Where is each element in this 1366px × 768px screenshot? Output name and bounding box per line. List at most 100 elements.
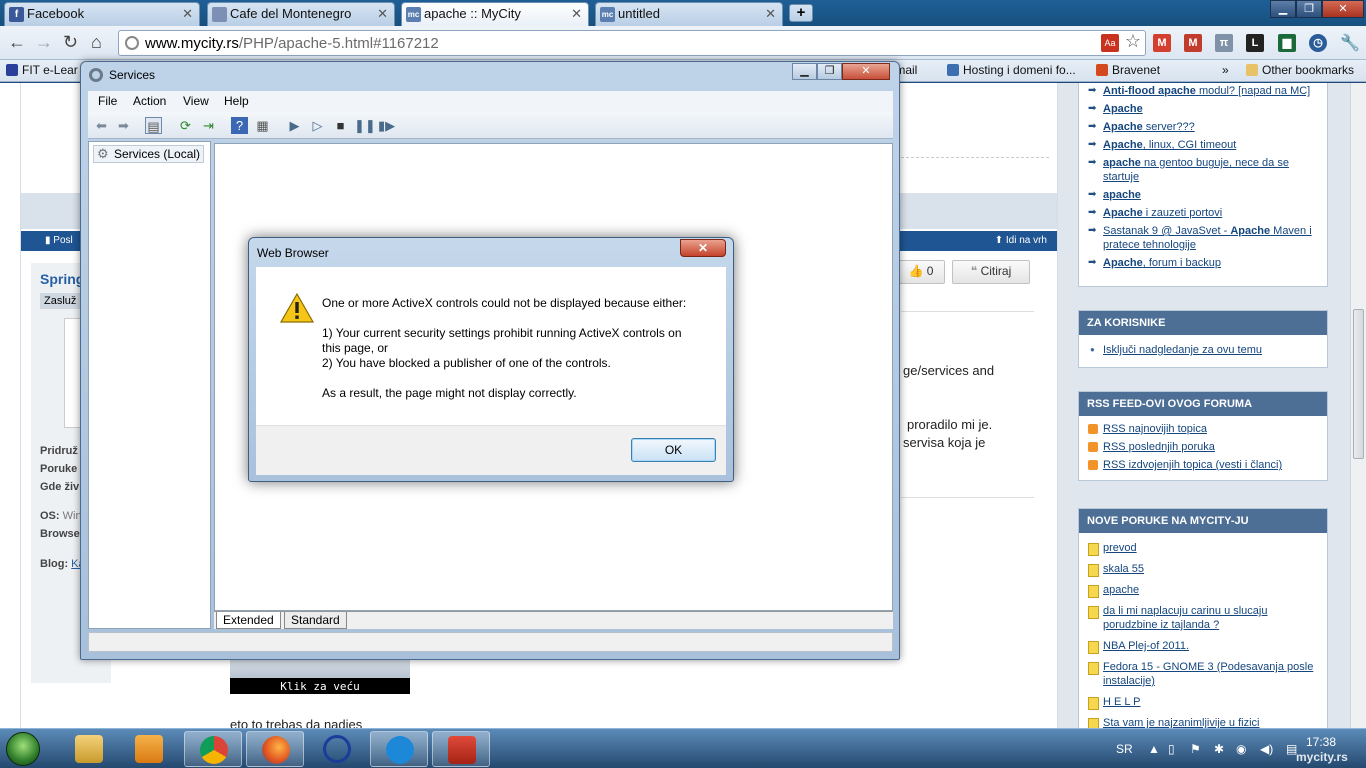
- taskbar-toolbox[interactable]: [432, 731, 490, 767]
- minimize-button[interactable]: ▁: [792, 63, 817, 80]
- bookmark-bravenet[interactable]: Bravenet: [1096, 63, 1160, 77]
- related-topic-link[interactable]: Apache i zauzeti portovi: [1088, 206, 1321, 220]
- related-topic-link[interactable]: apache: [1088, 188, 1321, 202]
- list-item[interactable]: Isključi nadgledanje za ovu temu: [1088, 343, 1321, 357]
- gmail-checker-icon[interactable]: M: [1184, 34, 1202, 52]
- wrench-icon[interactable]: 🔧: [1340, 33, 1360, 53]
- close-icon[interactable]: ✕: [765, 6, 776, 22]
- bookmarks-overflow[interactable]: »: [1222, 63, 1229, 77]
- related-topic-link[interactable]: Apache: [1088, 102, 1321, 116]
- new-tab-button[interactable]: +: [789, 4, 813, 22]
- bluetooth-icon[interactable]: ✱: [1214, 742, 1224, 756]
- close-button[interactable]: ✕: [680, 239, 726, 257]
- action-center-icon[interactable]: ⚑: [1190, 742, 1201, 756]
- user-name[interactable]: Spring: [40, 271, 84, 287]
- clock-icon[interactable]: ◷: [1309, 34, 1327, 52]
- new-post-link[interactable]: apache: [1088, 583, 1321, 598]
- related-topic-link[interactable]: Apache, linux, CGI timeout: [1088, 138, 1321, 152]
- close-window-button[interactable]: ✕: [1322, 0, 1364, 18]
- tab-cafe[interactable]: Cafe del Montenegro ✕: [207, 2, 395, 26]
- language-indicator[interactable]: SR: [1116, 742, 1133, 756]
- related-topic-link[interactable]: Apache server???: [1088, 120, 1321, 134]
- taskbar-explorer[interactable]: [60, 731, 118, 767]
- reload-icon[interactable]: ↻: [63, 32, 78, 53]
- home-icon[interactable]: ⌂: [91, 32, 102, 53]
- rss-link[interactable]: RSS izdvojenjih topica (vesti i članci): [1088, 458, 1321, 472]
- close-icon[interactable]: ✕: [571, 6, 582, 22]
- stop-icon[interactable]: ■: [332, 117, 349, 134]
- forward-icon[interactable]: ➡: [115, 117, 132, 134]
- bookmark-hosting[interactable]: Hosting i domeni fo...: [947, 63, 1076, 77]
- chart-extension-icon[interactable]: ▆: [1278, 34, 1296, 52]
- refresh-icon[interactable]: ⟳: [177, 117, 194, 134]
- rss-link[interactable]: RSS poslednjih poruka: [1088, 440, 1321, 454]
- scrollbar-thumb[interactable]: [1353, 309, 1364, 459]
- like-button[interactable]: 👍 0: [897, 260, 945, 284]
- new-post-link[interactable]: NBA Plej-of 2011.: [1088, 639, 1321, 654]
- taskbar-telenor[interactable]: [370, 731, 428, 767]
- start-icon[interactable]: ▶: [286, 117, 303, 134]
- phone-icon[interactable]: ▯: [1168, 742, 1175, 756]
- new-post-link[interactable]: prevod: [1088, 541, 1321, 556]
- back-icon[interactable]: ←: [8, 32, 26, 53]
- new-post-link[interactable]: H E L P: [1088, 695, 1321, 710]
- properties-icon[interactable]: ▦: [254, 117, 271, 134]
- start-button[interactable]: [6, 732, 40, 766]
- tab-extended[interactable]: Extended: [216, 612, 281, 629]
- new-post-link[interactable]: Sta vam je najzanimljivije u fizici: [1088, 716, 1321, 728]
- app-tray-icon[interactable]: ◉: [1236, 742, 1246, 756]
- help-icon[interactable]: ?: [231, 117, 248, 134]
- close-icon[interactable]: ✕: [182, 6, 193, 22]
- forward-icon[interactable]: →: [35, 32, 53, 53]
- new-post-link[interactable]: skala 55: [1088, 562, 1321, 577]
- taskbar-chrome[interactable]: [184, 731, 242, 767]
- za-korisnike-box: ZA KORISNIKE Isključi nadgledanje za ovu…: [1078, 310, 1328, 368]
- tab-facebook[interactable]: f Facebook ✕: [4, 2, 200, 26]
- back-icon[interactable]: ⬅: [93, 117, 110, 134]
- start-alt-icon[interactable]: ▷: [309, 117, 326, 134]
- menu-action[interactable]: Action: [133, 94, 166, 108]
- tab-untitled[interactable]: mc untitled ✕: [595, 2, 783, 26]
- show-hide-tree-icon[interactable]: ▤: [145, 117, 162, 134]
- bookmark-fit[interactable]: FIT e-Lear: [6, 63, 78, 77]
- gmail-icon[interactable]: M: [1153, 34, 1171, 52]
- related-topic-link[interactable]: apache na gentoo buguje, nece da se star…: [1088, 156, 1321, 184]
- address-bar[interactable]: www.mycity.rs/PHP/apache-5.html#1167212 …: [118, 30, 1146, 56]
- related-topic-link[interactable]: Sastanak 9 @ JavaSvet - Apache Maven i p…: [1088, 224, 1321, 252]
- tab-standard[interactable]: Standard: [284, 612, 347, 629]
- show-hidden-icons[interactable]: ▲: [1148, 742, 1160, 756]
- taskbar-firefox[interactable]: [246, 731, 304, 767]
- rss-link[interactable]: RSS najnovijih topica: [1088, 422, 1321, 436]
- related-topic-link[interactable]: Apache, forum i backup: [1088, 256, 1321, 270]
- restart-icon[interactable]: ▮▶: [378, 117, 395, 134]
- ok-button[interactable]: OK: [631, 438, 716, 462]
- other-bookmarks[interactable]: Other bookmarks: [1246, 63, 1354, 77]
- clock[interactable]: 17:38: [1306, 735, 1336, 749]
- pause-icon[interactable]: ❚❚: [354, 117, 376, 134]
- related-topic-link[interactable]: Anti-flood apache modul? [napad na MC]: [1088, 84, 1321, 98]
- translate-icon[interactable]: Aa: [1101, 34, 1119, 52]
- pi-icon[interactable]: π: [1215, 34, 1233, 52]
- quote-button[interactable]: ❝ Citiraj: [952, 260, 1030, 284]
- taskbar-opera[interactable]: [308, 731, 366, 767]
- screenshot-thumbnail[interactable]: Klik za veću: [230, 658, 410, 694]
- menu-help[interactable]: Help: [224, 94, 249, 108]
- close-icon[interactable]: ✕: [377, 6, 388, 22]
- menu-file[interactable]: File: [98, 94, 117, 108]
- tab-apache[interactable]: mc apache :: MyCity ✕: [401, 2, 589, 26]
- maximize-button[interactable]: ❐: [817, 63, 842, 80]
- close-button[interactable]: ✕: [842, 63, 890, 80]
- star-icon[interactable]: ☆: [1125, 31, 1141, 52]
- new-post-link[interactable]: Fedora 15 - GNOME 3 (Podesavanja posle i…: [1088, 660, 1321, 688]
- export-icon[interactable]: ⇥: [200, 117, 217, 134]
- taskbar-media-player[interactable]: [120, 731, 178, 767]
- volume-icon[interactable]: ◀): [1260, 742, 1273, 756]
- l-extension-icon[interactable]: L: [1246, 34, 1264, 52]
- tree-node-services-local[interactable]: Services (Local): [93, 145, 205, 163]
- go-top-link[interactable]: ⬆ Idi na vrh: [995, 235, 1047, 246]
- minimize-button[interactable]: ▁: [1270, 0, 1296, 18]
- maximize-button[interactable]: ❐: [1296, 0, 1322, 18]
- new-post-link[interactable]: da li mi naplacuju carinu u slucaju poru…: [1088, 604, 1321, 632]
- page-scrollbar[interactable]: [1350, 83, 1366, 728]
- menu-view[interactable]: View: [183, 94, 209, 108]
